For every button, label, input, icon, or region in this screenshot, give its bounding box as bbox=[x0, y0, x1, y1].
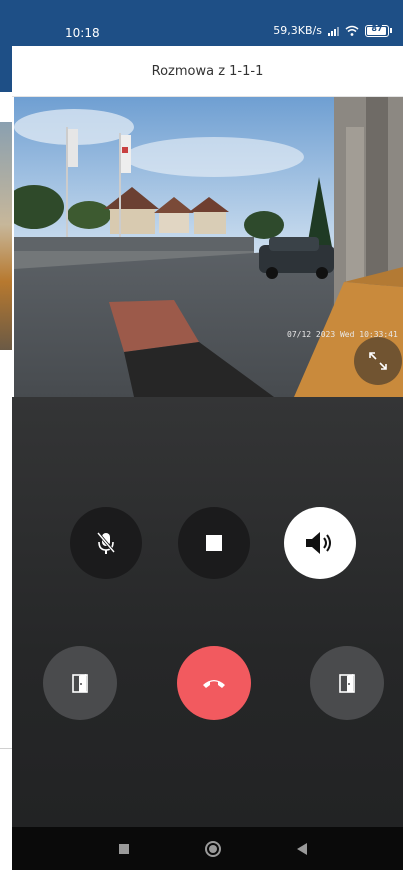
background-app-image bbox=[0, 122, 12, 350]
status-bar: 10:18 59,3KB/s 87 bbox=[12, 0, 403, 46]
call-title: Rozmowa z 1-1-1 bbox=[12, 46, 403, 97]
battery-icon: 87 bbox=[365, 23, 392, 37]
mute-button[interactable] bbox=[70, 507, 142, 579]
back-triangle-icon bbox=[297, 842, 307, 855]
speaker-button[interactable] bbox=[284, 507, 356, 579]
open-door-right-button[interactable] bbox=[310, 646, 384, 720]
signal-icon bbox=[328, 26, 339, 36]
background-app-header bbox=[0, 0, 12, 92]
stop-recording-button[interactable] bbox=[178, 507, 250, 579]
network-speed: 59,3KB/s bbox=[273, 24, 322, 37]
status-icons: 59,3KB/s 87 bbox=[273, 23, 392, 37]
status-time: 10:18 bbox=[65, 26, 100, 40]
open-door-left-button[interactable] bbox=[43, 646, 117, 720]
hangup-icon bbox=[203, 680, 225, 688]
fullscreen-button[interactable] bbox=[354, 337, 402, 385]
call-screen: 10:18 59,3KB/s 87 Rozmowa z 1-1-1 07/12 … bbox=[12, 0, 403, 870]
door-open-icon bbox=[72, 674, 88, 693]
back-button[interactable] bbox=[282, 827, 322, 870]
system-navbar bbox=[12, 827, 403, 870]
recents-button[interactable] bbox=[104, 827, 144, 870]
wifi-icon bbox=[345, 25, 359, 36]
background-divider bbox=[0, 748, 12, 749]
door-open-icon bbox=[339, 674, 355, 693]
expand-icon bbox=[369, 352, 387, 370]
video-feed[interactable]: 07/12 2023 Wed 10:33:41 bbox=[14, 97, 403, 397]
mic-off-icon bbox=[96, 532, 116, 554]
call-controls bbox=[12, 397, 403, 827]
home-button[interactable] bbox=[193, 827, 233, 870]
square-icon bbox=[119, 843, 129, 854]
home-circle-icon bbox=[205, 840, 221, 857]
stop-icon bbox=[206, 535, 222, 551]
hangup-button[interactable] bbox=[177, 646, 251, 720]
battery-level: 87 bbox=[371, 23, 383, 33]
speaker-icon bbox=[306, 532, 331, 554]
camera-image bbox=[14, 97, 403, 397]
